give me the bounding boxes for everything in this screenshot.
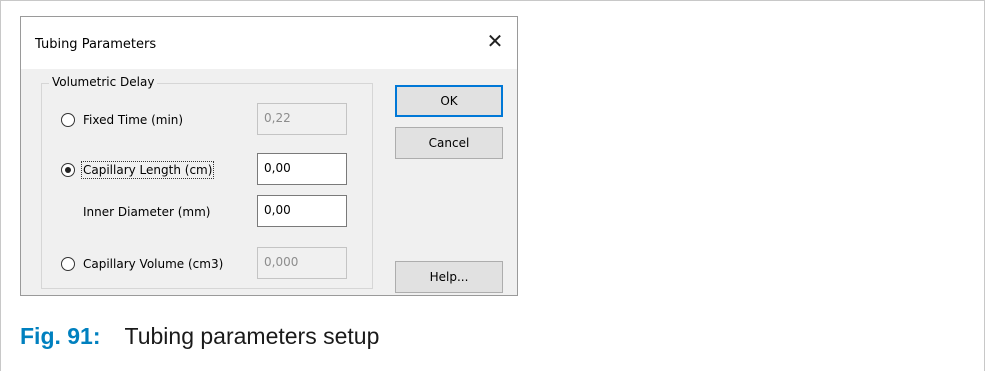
capillary-volume-field[interactable]: 0,000	[257, 247, 347, 279]
fixed-time-label[interactable]: Fixed Time (min)	[83, 113, 183, 127]
dialog-titlebar: Tubing Parameters ✕	[21, 17, 517, 69]
capillary-volume-label[interactable]: Capillary Volume (cm3)	[83, 257, 223, 271]
capillary-volume-radio-icon[interactable]	[61, 257, 75, 271]
inner-diameter-label: Inner Diameter (mm)	[83, 205, 211, 219]
group-label: Volumetric Delay	[49, 75, 158, 89]
ok-button[interactable]: OK	[395, 85, 503, 117]
cancel-button[interactable]: Cancel	[395, 127, 503, 159]
figure-caption: Fig. 91: Tubing parameters setup	[20, 323, 379, 350]
figure-number: Fig. 91:	[20, 323, 101, 349]
capillary-length-radio-icon[interactable]	[61, 163, 75, 177]
figure-border-top	[0, 0, 985, 1]
figure-caption-text: Tubing parameters setup	[124, 323, 380, 349]
figure-border-left	[0, 0, 1, 371]
capillary-length-field[interactable]: 0,00	[257, 153, 347, 185]
dialog-title: Tubing Parameters	[35, 37, 157, 52]
tubing-parameters-dialog: Tubing Parameters ✕ Volumetric Delay Fix…	[20, 16, 518, 296]
help-button[interactable]: Help...	[395, 261, 503, 293]
capillary-length-label[interactable]: Capillary Length (cm)	[80, 161, 215, 179]
fixed-time-radio-icon[interactable]	[61, 113, 75, 127]
inner-diameter-field[interactable]: 0,00	[257, 195, 347, 227]
fixed-time-field[interactable]: 0,22	[257, 103, 347, 135]
figure-border-right	[984, 0, 985, 371]
close-icon[interactable]: ✕	[485, 31, 505, 51]
